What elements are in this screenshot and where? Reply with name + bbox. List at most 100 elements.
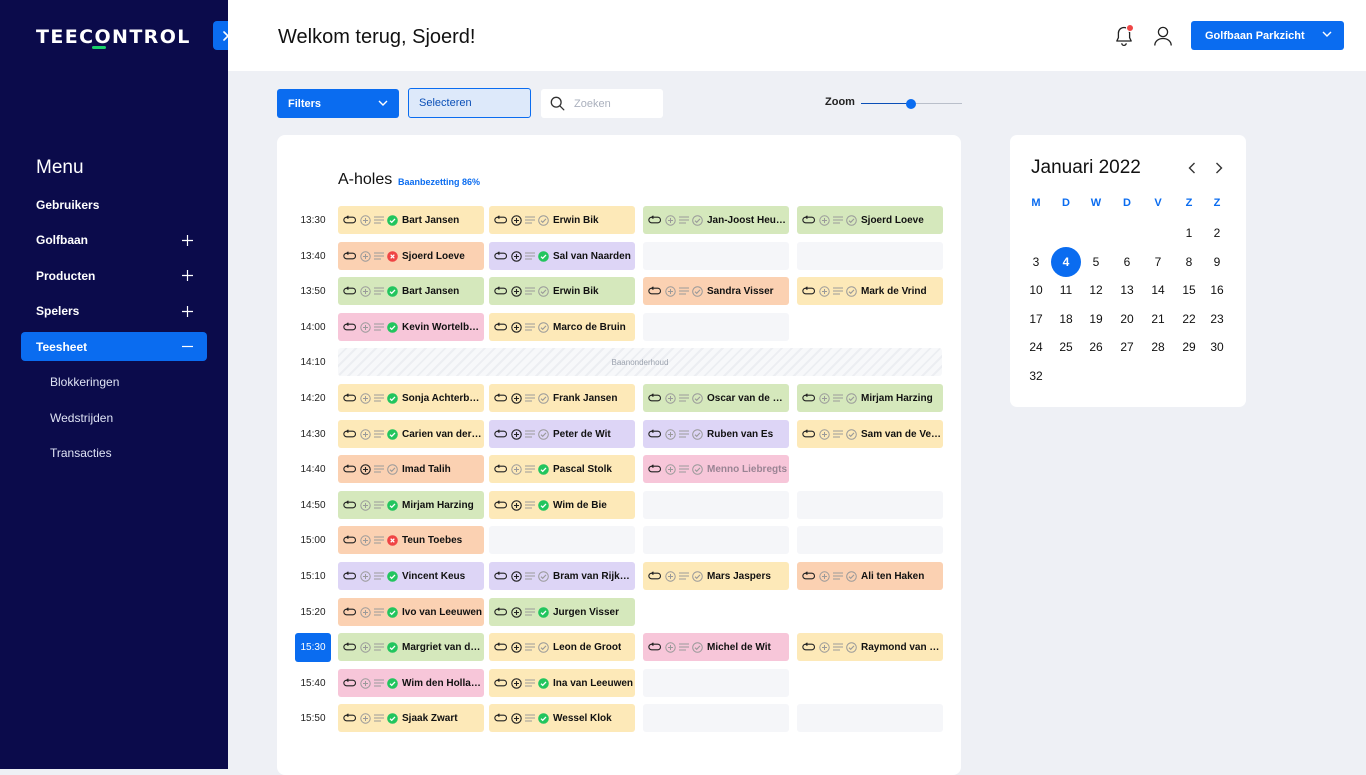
booking-slot[interactable]: Pascal Stolk — [489, 455, 635, 483]
booking-slot[interactable]: Wessel Klok — [489, 704, 635, 732]
sidebar-item-golfbaan[interactable]: Golfbaan — [21, 226, 207, 255]
add-player-icon[interactable] — [511, 463, 522, 475]
calendar-day[interactable]: 4 — [1051, 247, 1081, 277]
add-player-icon[interactable] — [360, 250, 371, 262]
add-player-icon[interactable] — [511, 677, 522, 689]
sidebar-subitem-wedstrijden[interactable]: Wedstrijden — [21, 403, 207, 432]
booking-slot[interactable]: Sjoerd Loeve — [338, 242, 484, 270]
add-player-icon[interactable] — [511, 214, 522, 226]
add-player-icon[interactable] — [665, 392, 676, 404]
add-player-icon[interactable] — [360, 463, 371, 475]
course-selector-button[interactable]: Golfbaan Parkzicht — [1191, 21, 1344, 50]
sidebar-subitem-blokkeringen[interactable]: Blokkeringen — [21, 368, 207, 397]
booking-slot[interactable]: Sal van Naarden — [489, 242, 635, 270]
add-player-icon[interactable] — [360, 321, 371, 333]
add-player-icon[interactable] — [819, 392, 830, 404]
booking-slot[interactable]: Erwin Bik — [489, 206, 635, 234]
booking-slot[interactable]: Imad Talih — [338, 455, 484, 483]
booking-slot[interactable]: Margriet van der Ploeg — [338, 633, 484, 661]
booking-slot[interactable]: Vincent Keus — [338, 562, 484, 590]
add-player-icon[interactable] — [360, 285, 371, 297]
add-player-icon[interactable] — [511, 392, 522, 404]
filters-dropdown[interactable]: Filters — [277, 89, 399, 118]
add-player-icon[interactable] — [511, 499, 522, 511]
calendar-day[interactable]: 1 — [1174, 218, 1204, 248]
empty-slot[interactable] — [643, 669, 789, 697]
add-player-icon[interactable] — [360, 428, 371, 440]
add-player-icon[interactable] — [360, 570, 371, 582]
empty-slot[interactable] — [797, 526, 943, 554]
booking-slot[interactable]: Michel de Wit — [643, 633, 789, 661]
add-player-icon[interactable] — [511, 606, 522, 618]
booking-slot[interactable]: Sjaak Zwart — [338, 704, 484, 732]
booking-slot[interactable]: Oscar van de Berg — [643, 384, 789, 412]
calendar-day[interactable]: 20 — [1112, 304, 1142, 334]
booking-slot[interactable]: Ivo van Leeuwen — [338, 598, 484, 626]
calendar-day[interactable]: 9 — [1202, 247, 1232, 277]
booking-slot[interactable]: Mark de Vrind — [797, 277, 943, 305]
search-input[interactable] — [574, 95, 658, 112]
empty-slot[interactable] — [797, 242, 943, 270]
chevron-left-icon[interactable] — [1188, 162, 1196, 174]
sidebar-subitem-transacties[interactable]: Transacties — [21, 439, 207, 468]
add-player-icon[interactable] — [665, 641, 676, 653]
booking-slot[interactable]: Raymond van Tol — [797, 633, 943, 661]
add-player-icon[interactable] — [665, 463, 676, 475]
booking-slot[interactable]: Teun Toebes — [338, 526, 484, 554]
calendar-day[interactable]: 11 — [1051, 275, 1081, 305]
calendar-day[interactable]: 21 — [1143, 304, 1173, 334]
calendar-day[interactable]: 23 — [1202, 304, 1232, 334]
booking-slot[interactable]: Mirjam Harzing — [797, 384, 943, 412]
booking-slot[interactable]: Sandra Visser — [643, 277, 789, 305]
add-player-icon[interactable] — [665, 214, 676, 226]
zoom-slider-thumb[interactable] — [906, 99, 916, 109]
booking-slot[interactable]: Leon de Groot — [489, 633, 635, 661]
calendar-day[interactable]: 19 — [1081, 304, 1111, 334]
booking-slot[interactable]: Bart Jansen — [338, 277, 484, 305]
booking-slot[interactable]: Ali ten Haken — [797, 562, 943, 590]
booking-slot[interactable]: Wim den Hollander — [338, 669, 484, 697]
sidebar-item-teesheet[interactable]: Teesheet — [21, 332, 207, 361]
booking-slot[interactable]: Ruben van Es — [643, 420, 789, 448]
add-player-icon[interactable] — [360, 677, 371, 689]
calendar-day[interactable]: 27 — [1112, 332, 1142, 362]
booking-slot[interactable]: Marco de Bruin — [489, 313, 635, 341]
calendar-day[interactable]: 5 — [1081, 247, 1111, 277]
add-player-icon[interactable] — [819, 214, 830, 226]
calendar-day[interactable]: 26 — [1081, 332, 1111, 362]
calendar-day[interactable]: 3 — [1021, 247, 1051, 277]
sidebar-item-spelers[interactable]: Spelers — [21, 297, 207, 326]
empty-slot[interactable] — [643, 491, 789, 519]
calendar-day[interactable]: 28 — [1143, 332, 1173, 362]
calendar-day[interactable]: 8 — [1174, 247, 1204, 277]
sidebar-item-producten[interactable]: Producten — [21, 261, 207, 290]
add-player-icon[interactable] — [665, 428, 676, 440]
add-player-icon[interactable] — [665, 570, 676, 582]
add-player-icon[interactable] — [511, 428, 522, 440]
add-player-icon[interactable] — [511, 321, 522, 333]
tee-time-label[interactable]: 15:30 — [295, 633, 331, 662]
empty-slot[interactable] — [643, 526, 789, 554]
booking-slot[interactable]: Sam van de Velde — [797, 420, 943, 448]
booking-slot[interactable]: Mirjam Harzing — [338, 491, 484, 519]
user-icon[interactable] — [1153, 25, 1173, 47]
select-button[interactable]: Selecteren — [408, 88, 531, 118]
booking-slot[interactable]: Mars Jaspers — [643, 562, 789, 590]
calendar-day[interactable]: 18 — [1051, 304, 1081, 334]
booking-slot[interactable]: Carien van der Veen — [338, 420, 484, 448]
booking-slot[interactable]: Jurgen Visser — [489, 598, 635, 626]
add-player-icon[interactable] — [360, 641, 371, 653]
add-player-icon[interactable] — [511, 641, 522, 653]
add-player-icon[interactable] — [819, 570, 830, 582]
add-player-icon[interactable] — [360, 712, 371, 724]
add-player-icon[interactable] — [360, 534, 371, 546]
booking-slot[interactable]: Bart Jansen — [338, 206, 484, 234]
calendar-day[interactable]: 2 — [1202, 218, 1232, 248]
booking-slot[interactable]: Frank Jansen — [489, 384, 635, 412]
add-player-icon[interactable] — [819, 428, 830, 440]
empty-slot[interactable] — [643, 313, 789, 341]
add-player-icon[interactable] — [511, 712, 522, 724]
booking-slot[interactable]: Bram van Rijkevorsel — [489, 562, 635, 590]
add-player-icon[interactable] — [511, 570, 522, 582]
booking-slot[interactable]: Kevin Wortelboer — [338, 313, 484, 341]
